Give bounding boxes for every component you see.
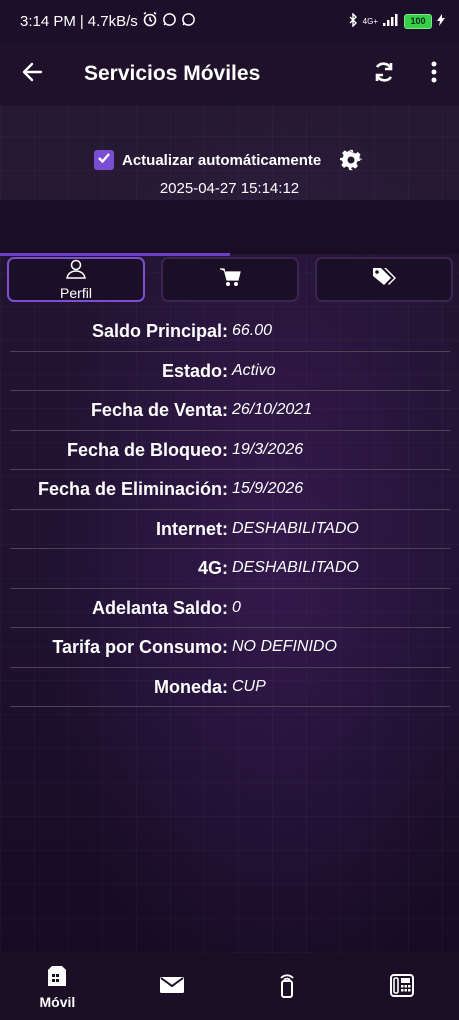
more-vert-icon xyxy=(431,61,437,88)
mail-icon xyxy=(159,975,185,1000)
fecha-bloqueo-value: 19/3/2026 xyxy=(232,440,304,458)
landline-icon xyxy=(389,972,415,1003)
adelanta-saldo-value: 0 xyxy=(232,598,241,616)
internet-value: DESHABILITADO xyxy=(232,519,359,537)
page-title: Servicios Móviles xyxy=(84,62,261,85)
nav-movil-label: Móvil xyxy=(39,993,76,1010)
bluetooth-icon xyxy=(348,11,358,30)
tags-icon xyxy=(372,267,396,292)
signal-icon xyxy=(383,13,399,29)
more-options-button[interactable] xyxy=(409,42,459,106)
refresh-button[interactable] xyxy=(359,42,409,106)
tab-perfil-label: Perfil xyxy=(60,284,92,301)
phone-signal-icon xyxy=(277,972,297,1003)
status-divider: | xyxy=(79,12,84,30)
tab-indicator xyxy=(0,253,230,256)
info-row: 4G: DESHABILITADO xyxy=(10,549,450,589)
auto-update-label: Actualizar automáticamente xyxy=(122,151,322,169)
4g-label: 4G: xyxy=(197,558,228,578)
info-row: Internet: DESHABILITADO xyxy=(10,510,450,549)
cart-icon xyxy=(219,267,241,292)
profile-info-list: Saldo Principal: 66.00 Estado: Activo Fe… xyxy=(10,312,450,707)
nav-mail[interactable] xyxy=(115,954,230,1020)
check-icon xyxy=(96,150,112,171)
tab-band xyxy=(0,200,459,254)
last-update-timestamp: 2025-04-27 15:14:12 xyxy=(159,180,300,197)
info-row: Estado: Activo xyxy=(10,352,450,391)
whatsapp-icon xyxy=(162,12,177,31)
network-type: 4G+ xyxy=(362,16,378,26)
status-speed: 4.7kB/s xyxy=(87,12,138,30)
info-row: Fecha de Venta: 26/10/2021 xyxy=(10,391,450,431)
bottom-navigation: Móvil xyxy=(0,954,459,1020)
nav-landline[interactable] xyxy=(344,954,459,1020)
refresh-icon xyxy=(372,60,396,89)
app-bar: Servicios Móviles xyxy=(0,42,459,106)
estado-value: Activo xyxy=(232,361,276,379)
internet-label: Internet: xyxy=(156,518,228,539)
status-time: 3:14 PM xyxy=(20,12,76,30)
fecha-eliminacion-value: 15/9/2026 xyxy=(232,480,304,497)
alarm-icon xyxy=(142,11,158,31)
sim-card-icon xyxy=(47,965,67,992)
adelanta-saldo-label: Adelanta Saldo: xyxy=(91,597,228,618)
fecha-venta-value: 26/10/2021 xyxy=(232,401,313,418)
fecha-eliminacion-label: Fecha de Eliminación: xyxy=(37,479,228,499)
nav-phone[interactable] xyxy=(230,954,345,1020)
info-row: Fecha de Eliminación: 15/9/2026 xyxy=(10,470,450,510)
fecha-bloqueo-label: Fecha de Bloqueo: xyxy=(66,439,228,460)
info-row: Saldo Principal: 66.00 xyxy=(10,312,450,352)
tab-bar: Perfil xyxy=(7,257,453,302)
tarifa-consumo-label: Tarifa por Consumo: xyxy=(52,637,228,657)
charging-icon xyxy=(437,13,445,29)
fecha-venta-label: Fecha de Venta: xyxy=(90,400,228,420)
battery-indicator: 100 xyxy=(404,13,432,29)
moneda-label: Moneda: xyxy=(154,676,228,697)
tab-cart[interactable] xyxy=(161,257,299,302)
info-row: Fecha de Bloqueo: 19/3/2026 xyxy=(10,431,450,470)
nav-movil[interactable]: Móvil xyxy=(0,954,115,1020)
info-row: Moneda: CUP xyxy=(10,668,450,707)
whatsapp-icon xyxy=(181,12,196,31)
gear-icon[interactable] xyxy=(339,148,363,172)
status-bar: 3:14 PM | 4.7kB/s 4G+ 100 xyxy=(0,0,459,42)
auto-update-checkbox[interactable] xyxy=(94,150,114,170)
auto-update-panel: Actualizar automáticamente 2025-04-27 15… xyxy=(0,106,459,200)
tarifa-consumo-value: NO DEFINIDO xyxy=(232,638,337,655)
user-icon xyxy=(65,259,87,284)
tab-perfil[interactable]: Perfil xyxy=(7,257,145,302)
back-arrow-icon xyxy=(21,61,43,88)
info-row: Adelanta Saldo: 0 xyxy=(10,589,450,628)
saldo-principal-value: 66.00 xyxy=(232,322,273,339)
estado-label: Estado: xyxy=(161,360,228,381)
saldo-principal-label: Saldo Principal: xyxy=(91,321,228,341)
back-button[interactable] xyxy=(0,42,64,106)
info-row: Tarifa por Consumo: NO DEFINIDO xyxy=(10,628,450,668)
moneda-value: CUP xyxy=(232,677,266,695)
tab-tags[interactable] xyxy=(315,257,453,302)
4g-value: DESHABILITADO xyxy=(232,559,359,576)
